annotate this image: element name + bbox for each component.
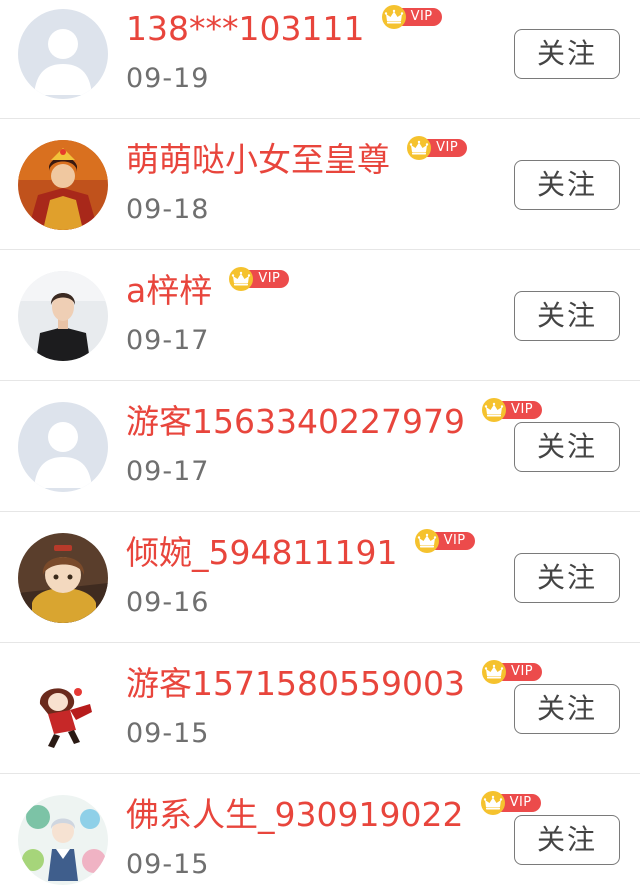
illustration-avatar[interactable] (18, 795, 108, 885)
crown-icon (482, 660, 507, 684)
follow-button[interactable]: 关注 (514, 29, 620, 79)
default-avatar[interactable] (18, 402, 108, 492)
vip-badge: VIP (482, 660, 544, 684)
vip-badge: VIP (381, 5, 444, 29)
follow-button[interactable]: 关注 (514, 291, 620, 341)
username[interactable]: 138***103111 (126, 7, 364, 51)
follow-button[interactable]: 关注 (514, 553, 620, 603)
follow-date: 09-16 (126, 587, 210, 618)
follow-button[interactable]: 关注 (514, 160, 620, 210)
list-item[interactable]: 倾婉_594811191 VIP 09-16 关注 (0, 513, 640, 643)
vip-badge: VIP (407, 136, 469, 160)
list-item[interactable]: 佛系人生_930919022 VIP 09-15 关注 (0, 775, 640, 889)
crown-icon (407, 136, 432, 160)
anime-girl-avatar[interactable] (18, 533, 108, 623)
vip-badge: VIP (229, 267, 291, 291)
follow-date: 09-17 (126, 456, 210, 487)
name-line: 138***103111 VIP (126, 5, 444, 51)
crown-icon (381, 5, 406, 29)
username[interactable]: 游客1563340227979 (126, 400, 465, 444)
name-line: 游客1571580559003 VIP (126, 660, 544, 706)
follow-date: 09-17 (126, 325, 210, 356)
follow-button[interactable]: 关注 (514, 815, 620, 865)
crown-icon (482, 398, 507, 422)
name-line: 倾婉_594811191 VIP (126, 529, 477, 575)
chibi-avatar[interactable] (18, 664, 108, 754)
crown-icon (480, 791, 505, 815)
list-item[interactable]: 游客1571580559003 VIP 09-15 关注 (0, 644, 640, 774)
list-item[interactable]: a梓梓 VIP 09-17 关注 (0, 251, 640, 381)
username[interactable]: 倾婉_594811191 (126, 531, 397, 575)
empress-avatar[interactable] (18, 140, 108, 230)
follow-button[interactable]: 关注 (514, 422, 620, 472)
default-avatar[interactable] (18, 9, 108, 99)
crown-icon (229, 267, 254, 291)
crown-icon (414, 529, 439, 553)
follow-date: 09-19 (126, 63, 210, 94)
follow-button[interactable]: 关注 (514, 684, 620, 734)
name-line: a梓梓 VIP (126, 267, 291, 313)
name-line: 佛系人生_930919022 VIP (126, 791, 543, 837)
list-item[interactable]: 游客1563340227979 VIP 09-17 关注 (0, 382, 640, 512)
username[interactable]: 佛系人生_930919022 (126, 793, 463, 837)
list-item[interactable]: 萌萌哒小女至皇尊 VIP 09-18 关注 (0, 120, 640, 250)
follower-list: 138***103111 VIP 09-19 关注 萌萌哒小女至皇尊 VIP 0… (0, 0, 640, 889)
follow-date: 09-15 (126, 849, 210, 880)
username[interactable]: 游客1571580559003 (126, 662, 465, 706)
name-line: 萌萌哒小女至皇尊 VIP (126, 136, 469, 182)
vip-badge: VIP (482, 398, 544, 422)
vip-badge: VIP (414, 529, 477, 553)
list-item[interactable]: 138***103111 VIP 09-19 关注 (0, 0, 640, 119)
young-man-avatar[interactable] (18, 271, 108, 361)
username[interactable]: 萌萌哒小女至皇尊 (126, 138, 390, 182)
username[interactable]: a梓梓 (126, 269, 212, 313)
name-line: 游客1563340227979 VIP (126, 398, 544, 444)
follow-date: 09-18 (126, 194, 210, 225)
vip-badge: VIP (480, 791, 543, 815)
follow-date: 09-15 (126, 718, 210, 749)
